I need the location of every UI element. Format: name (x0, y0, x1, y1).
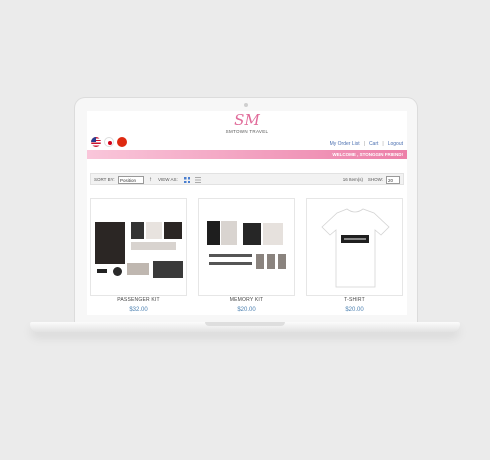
logo-text: SMTOWN TRAVEL (225, 129, 269, 134)
grid-view-icon[interactable] (184, 177, 190, 183)
album-image (207, 221, 220, 245)
listing-toolbar: SORT BY: Position ↑ VIEW AS: 16 Item(s) … (90, 173, 404, 185)
strap-image (209, 262, 252, 265)
logout-link[interactable]: Logout (388, 141, 403, 147)
photo-image (221, 221, 237, 245)
sort-direction-icon[interactable]: ↑ (149, 177, 152, 183)
top-links: My Order List | Cart | Logout (330, 141, 403, 147)
show-select[interactable]: 20 (386, 176, 400, 184)
link-separator: | (382, 141, 384, 147)
show-label: SHOW: (367, 177, 383, 182)
webcam-icon (244, 103, 248, 107)
items-count: 16 Item(s) (342, 177, 363, 182)
group-photo-image (153, 261, 183, 278)
website-screen: SM SMTOWN TRAVEL My Order List | Cart | … (87, 111, 407, 315)
product-price: $20.00 (345, 307, 364, 313)
sticker-image (256, 254, 264, 269)
us-flag-icon[interactable] (91, 137, 101, 147)
photo-card-image (146, 222, 162, 239)
welcome-bar: WELCOME , STONGGIN FRIEND! (87, 150, 407, 159)
ticket-image (131, 242, 176, 250)
sticker-image (267, 254, 275, 269)
strap-image (209, 254, 252, 257)
list-view-icon[interactable] (195, 177, 201, 183)
jp-flag-icon[interactable] (104, 137, 114, 147)
photo-card-image (164, 222, 182, 239)
sort-label: SORT BY: (94, 177, 115, 182)
product-name[interactable]: PASSENGER KIT (90, 297, 187, 303)
postcard-image (127, 263, 149, 275)
t-shirt-image (321, 208, 390, 288)
photo-image (263, 223, 283, 245)
passport-image (95, 222, 125, 264)
sticker-image (278, 254, 286, 269)
sort-select[interactable]: Position (118, 176, 144, 184)
tag-image (97, 269, 107, 273)
product-card-t-shirt[interactable] (306, 198, 403, 296)
laptop-notch (205, 322, 285, 326)
product-card-passenger-kit[interactable] (90, 198, 187, 296)
product-card-memory-kit[interactable] (198, 198, 295, 296)
product-price: $32.00 (129, 307, 148, 313)
product-name[interactable]: T-SHIRT (306, 297, 403, 303)
view-label: VIEW AS: (158, 177, 178, 182)
photobook-image (243, 223, 261, 245)
cart-link[interactable]: Cart (369, 141, 378, 147)
logo-mark: SM (234, 111, 260, 129)
my-order-list-link[interactable]: My Order List (330, 141, 360, 147)
cn-flag-icon[interactable] (117, 137, 127, 147)
link-separator: | (363, 141, 365, 147)
badge-image (113, 267, 122, 276)
product-name[interactable]: MEMORY KIT (198, 297, 295, 303)
welcome-text: WELCOME , STONGGIN FRIEND! (332, 151, 403, 157)
site-logo[interactable]: SM SMTOWN TRAVEL (87, 111, 407, 135)
product-price: $20.00 (237, 307, 256, 313)
photo-card-image (131, 222, 144, 239)
